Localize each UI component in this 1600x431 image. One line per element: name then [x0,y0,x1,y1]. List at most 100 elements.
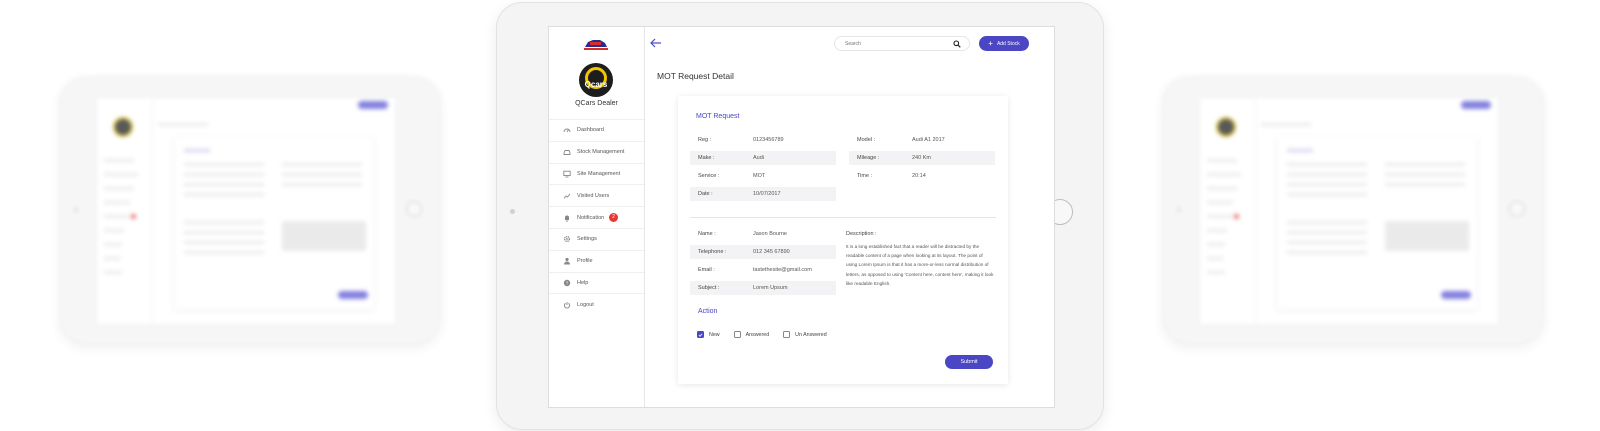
user-icon [563,257,571,265]
option-label: Answered [745,331,770,338]
field-label: Mileage : [857,154,880,161]
page-title: MOT Request Detail [657,71,734,81]
field-date: Date : 10/07/2017 [690,187,836,201]
mini-sidebar [96,97,153,325]
sidebar-item-label: Help [577,279,589,286]
sidebar-item-notification[interactable]: Notification 2 [549,206,644,228]
field-name: Name : Jason Bourne [690,227,836,241]
dealer-name: QCars Dealer [575,100,618,107]
option-label: Un Answered [795,331,827,338]
sidebar-item-label: Visited Users [577,192,610,199]
field-value: 0123456789 [753,136,784,143]
field-subject: Subject : Lorem Upsum [690,281,836,295]
field-service: Service : MOT [690,169,836,183]
submit-button[interactable]: Submit [945,355,993,369]
sidebar-item-stock-management[interactable]: Stock Management [549,140,644,163]
field-label: Model : [857,136,876,143]
field-value: 10/07/2017 [753,190,781,197]
sidebar-item-label: Settings [577,236,597,243]
mot-section-title: MOT Request [696,113,740,120]
monitor-icon [563,170,571,178]
right-tablet-preview [1163,77,1543,344]
section-divider [690,217,996,218]
field-label: Email : [698,266,715,273]
notification-badge: 2 [609,213,618,223]
home-button [1509,201,1525,217]
plus-icon: + [988,38,993,48]
left-tablet-preview [60,77,440,344]
blurred-screen [95,96,397,326]
description-text: It is a long established fact that a rea… [846,244,994,286]
search-bar [834,36,970,51]
field-value: MOT [753,172,766,179]
avatar-logo-text: Qcars [584,80,608,89]
camera-dot [74,208,78,212]
field-label: Telephone : [698,248,727,255]
field-value: Jason Bourne [753,230,787,237]
car-icon [563,148,571,156]
dashboard-icon [563,126,571,134]
field-make: Make : Audi [690,151,836,165]
checkbox-un-answered[interactable] [783,331,791,338]
field-value: 20:14 [912,172,926,179]
field-label: Subject : [698,284,720,291]
sidebar-item-dashboard[interactable]: Dashboard [549,119,644,141]
bell-icon [563,214,571,222]
field-value: tastethesite@gmail.com [753,266,812,273]
search-icon[interactable] [953,40,961,48]
field-label: Name : [698,230,716,237]
sidebar-item-profile[interactable]: Profile [549,249,644,272]
check-icon [698,332,703,337]
option-answered[interactable]: Answered [733,331,770,338]
app-screen: Qcars QCars Dealer Dashboard Stock Manag… [548,26,1055,408]
field-value: Lorem Upsum [753,284,788,291]
home-button [406,201,422,217]
main-tablet: Qcars QCars Dealer Dashboard Stock Manag… [496,2,1104,430]
sidebar-item-label: Profile [577,258,593,265]
dealer-avatar: Qcars [579,63,613,97]
option-new[interactable]: New [697,331,720,338]
option-label: New [709,331,720,338]
field-label: Time : [857,172,873,179]
option-un-answered[interactable]: Un Answered [783,331,827,338]
field-reg: Reg : 0123456789 [690,133,836,147]
field-value: 012 345 67890 [753,248,790,255]
sidebar-item-site-management[interactable]: Site Management [549,162,644,185]
sidebar-item-label: Stock Management [577,149,625,156]
sidebar: Qcars QCars Dealer Dashboard Stock Manag… [549,27,645,407]
action-options: New Answered Un Answered [697,331,827,338]
search-input[interactable] [845,39,945,49]
sidebar-item-help[interactable]: ? Help [549,271,644,294]
gear-icon [563,235,571,243]
sidebar-item-settings[interactable]: Settings [549,227,644,250]
field-label: Make : [698,154,715,161]
help-icon: ? [563,279,571,287]
field-label: Reg : [698,136,712,143]
mini-avatar [113,117,133,137]
sidebar-item-label: Dashboard [577,127,604,134]
sidebar-item-label: Logout [577,301,594,308]
blurred-screen [1198,96,1500,326]
action-title: Action [698,308,718,315]
add-stock-label: Add Stock [996,40,1020,47]
add-stock-button[interactable]: + Add Stock [979,36,1029,51]
description-label: Description : [846,231,877,237]
sidebar-item-visited-users[interactable]: Visited Users [549,184,644,206]
power-icon [563,301,571,309]
camera-dot [1177,208,1181,212]
sidebar-item-label: Site Management [577,170,621,177]
field-telephone: Telephone : 012 345 67890 [690,245,836,259]
chart-line-icon [563,192,571,200]
field-value: Audi [753,154,765,161]
back-arrow-icon[interactable] [649,37,663,49]
field-label: Date : [698,190,713,197]
camera-dot [510,209,515,214]
mini-sidebar [1199,97,1256,325]
field-email: Email : tastethesite@gmail.com [690,263,836,277]
field-model: Model : Audi A1 2017 [849,133,995,147]
checkbox-new[interactable] [697,331,704,338]
checkbox-answered[interactable] [733,331,741,338]
field-mileage: Mileage : 240 Km [849,151,995,165]
sidebar-nav: Dashboard Stock Management Site Manageme… [549,119,644,315]
sidebar-item-logout[interactable]: Logout [549,293,644,315]
